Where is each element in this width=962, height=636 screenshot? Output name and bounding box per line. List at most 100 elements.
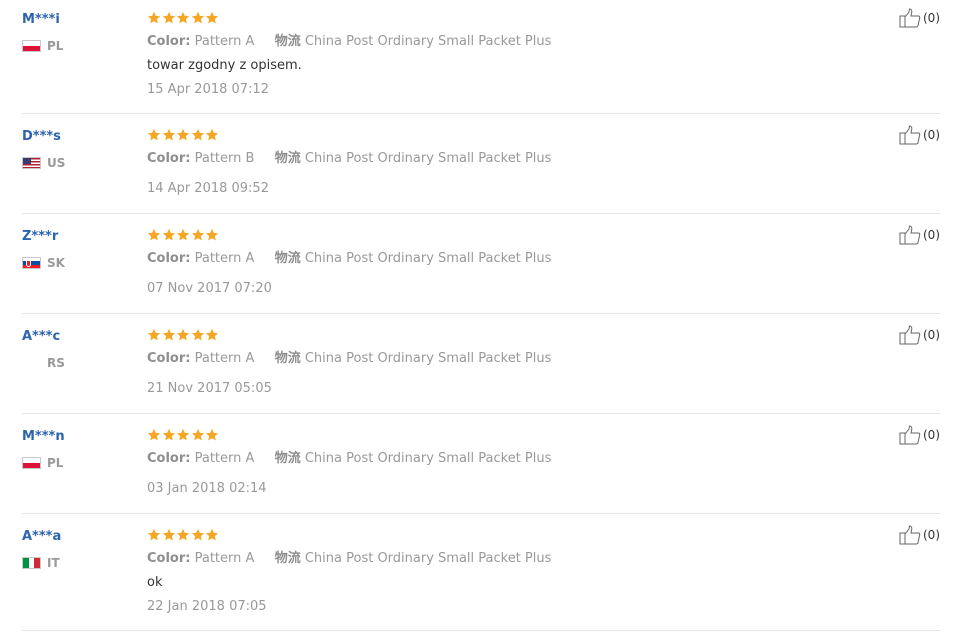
star-rating (147, 11, 220, 27)
star-icon (206, 11, 219, 24)
shipping-value: China Post Ordinary Small Packet Plus (304, 251, 552, 266)
star-icon (206, 128, 219, 141)
star-icon (162, 11, 175, 24)
star-icon (162, 428, 175, 441)
color-value: Pattern A (194, 251, 255, 266)
separator (22, 630, 940, 631)
buyer-name[interactable]: Z***r (22, 229, 58, 245)
review-date: 07 Nov 2017 07:20 (147, 281, 272, 296)
helpful-button[interactable]: (0) (899, 8, 940, 28)
review-item: M***i PL Color: Pattern A 物流 China Post … (0, 8, 940, 114)
separator (22, 213, 940, 214)
shipping-value: China Post Ordinary Small Packet Plus (304, 451, 552, 466)
order-info: Color: Pattern A 物流 China Post Ordinary … (147, 251, 551, 267)
flag-pl-icon (22, 457, 41, 469)
star-icon (177, 528, 190, 541)
review-date: 14 Apr 2018 09:52 (147, 181, 269, 196)
star-icon (206, 428, 219, 441)
star-rating (147, 328, 220, 344)
star-icon (162, 228, 175, 241)
country-code: US (47, 156, 66, 170)
star-icon (147, 228, 161, 241)
star-icon (147, 11, 161, 24)
shipping-label: 物流 (274, 251, 301, 266)
color-value: Pattern B (194, 151, 255, 166)
star-icon (177, 228, 190, 241)
review-date: 03 Jan 2018 02:14 (147, 481, 267, 496)
color-value: Pattern A (194, 551, 255, 566)
helpful-count: (0) (923, 228, 940, 242)
review-item: D***s US Color: Pattern B 物流 China Post … (0, 125, 940, 214)
review-item: A***c RS Color: Pattern A 物流 China Post … (0, 325, 940, 414)
review-date: 22 Jan 2018 07:05 (147, 599, 267, 614)
color-value: Pattern A (194, 351, 255, 366)
star-icon (177, 328, 190, 341)
buyer-country: US (22, 155, 65, 171)
order-info: Color: Pattern A 物流 China Post Ordinary … (147, 551, 551, 567)
shipping-value: China Post Ordinary Small Packet Plus (304, 351, 552, 366)
star-icon (191, 528, 204, 541)
color-label: Color: (147, 34, 191, 49)
helpful-count: (0) (923, 528, 940, 542)
color-label: Color: (147, 551, 191, 566)
buyer-name[interactable]: M***i (22, 12, 60, 28)
star-icon (177, 11, 190, 24)
helpful-button[interactable]: (0) (899, 325, 940, 345)
separator (22, 113, 940, 114)
color-label: Color: (147, 251, 191, 266)
thumbs-up-icon (899, 425, 921, 445)
color-label: Color: (147, 151, 191, 166)
buyer-country: PL (22, 38, 63, 54)
buyer-name[interactable]: D***s (22, 129, 61, 145)
color-label: Color: (147, 451, 191, 466)
star-icon (162, 128, 175, 141)
review-item: A***a IT Color: Pattern A 物流 China Post … (0, 525, 940, 631)
star-rating (147, 228, 220, 244)
shipping-label: 物流 (274, 551, 301, 566)
thumbs-up-icon (899, 125, 921, 145)
shipping-label: 物流 (274, 151, 301, 166)
country-code: PL (47, 39, 64, 53)
helpful-button[interactable]: (0) (899, 125, 940, 145)
helpful-count: (0) (923, 11, 940, 25)
review-comment: ok (147, 575, 163, 590)
flag-us-icon (22, 157, 41, 169)
thumbs-up-icon (899, 525, 921, 545)
color-value: Pattern A (194, 34, 255, 49)
star-icon (147, 528, 161, 541)
buyer-country: IT (22, 555, 60, 571)
buyer-country: PL (22, 455, 63, 471)
country-code: IT (47, 556, 60, 570)
review-item: Z***r SK Color: Pattern A 物流 China Post … (0, 225, 940, 314)
review-comment: towar zgodny z opisem. (147, 58, 302, 73)
helpful-button[interactable]: (0) (899, 425, 940, 445)
color-value: Pattern A (194, 451, 255, 466)
buyer-name[interactable]: A***a (22, 529, 61, 545)
star-icon (206, 228, 219, 241)
star-rating (147, 128, 220, 144)
flag-rs-icon (22, 357, 41, 369)
helpful-count: (0) (923, 328, 940, 342)
star-icon (206, 328, 219, 341)
shipping-value: China Post Ordinary Small Packet Plus (304, 151, 552, 166)
star-icon (147, 128, 161, 141)
helpful-button[interactable]: (0) (899, 225, 940, 245)
country-code: PL (47, 456, 64, 470)
flag-it-icon (22, 557, 41, 569)
country-code: SK (47, 256, 65, 270)
thumbs-up-icon (899, 8, 921, 28)
star-icon (206, 528, 219, 541)
buyer-name[interactable]: A***c (22, 329, 60, 345)
buyer-name[interactable]: M***n (22, 429, 65, 445)
review-date: 21 Nov 2017 05:05 (147, 381, 272, 396)
star-rating (147, 428, 220, 444)
star-icon (177, 128, 190, 141)
star-icon (177, 428, 190, 441)
order-info: Color: Pattern A 物流 China Post Ordinary … (147, 451, 551, 467)
shipping-value: China Post Ordinary Small Packet Plus (304, 34, 552, 49)
star-icon (191, 128, 204, 141)
review-item: M***n PL Color: Pattern A 物流 China Post … (0, 425, 940, 514)
country-code: RS (47, 356, 65, 370)
color-label: Color: (147, 351, 191, 366)
helpful-button[interactable]: (0) (899, 525, 940, 545)
